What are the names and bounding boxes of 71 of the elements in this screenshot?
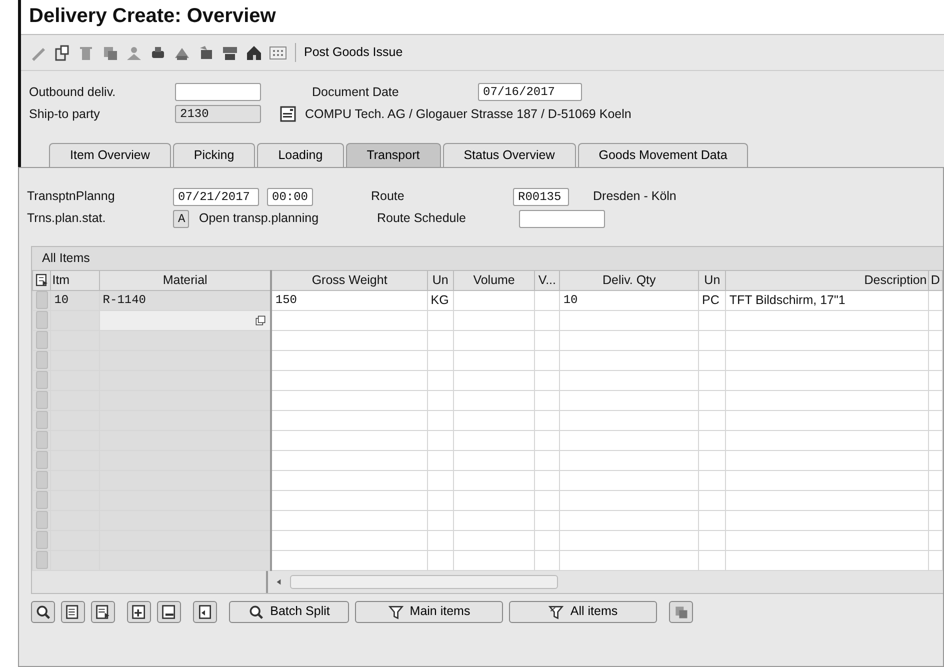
delete-row-button[interactable] xyxy=(157,600,181,622)
copy-row-icon xyxy=(197,604,213,620)
list-button[interactable] xyxy=(91,600,115,622)
field-label: Document Date xyxy=(312,84,400,101)
table-cell: 10 xyxy=(563,293,578,307)
post-goods-issue-button[interactable]: Post Goods Issue xyxy=(295,43,407,62)
table-cell: 10 xyxy=(54,293,69,307)
house-icon[interactable] xyxy=(245,44,263,62)
column-settings-icon[interactable] xyxy=(34,273,49,288)
tab[interactable]: Item Overview xyxy=(49,143,171,167)
field-label: Route Schedule xyxy=(377,210,467,228)
input-field[interactable] xyxy=(175,83,261,101)
list-icon xyxy=(65,604,81,620)
filter-icon xyxy=(388,604,404,620)
filter-icon xyxy=(548,604,564,620)
address-icon[interactable] xyxy=(279,105,297,123)
toolbar-button[interactable]: Batch Split xyxy=(229,600,349,622)
pages-icon xyxy=(673,604,689,620)
tab[interactable]: Transport xyxy=(346,143,441,167)
status-description: Open transp.planning xyxy=(199,210,320,228)
table-cell: KG xyxy=(430,292,449,307)
add-row-icon xyxy=(131,604,147,620)
delete-row-icon xyxy=(161,604,177,620)
column-header[interactable]: Deliv. Qty xyxy=(560,270,698,290)
column-header[interactable]: V... xyxy=(534,270,560,290)
tab[interactable]: Picking xyxy=(172,143,256,167)
toolbar-button[interactable]: Main items xyxy=(355,600,503,622)
column-header[interactable]: Itm xyxy=(50,270,100,290)
copy-row-button[interactable] xyxy=(193,600,217,622)
column-header[interactable]: Gross Weight xyxy=(271,270,428,290)
tab[interactable]: Status Overview xyxy=(442,143,576,167)
input-field[interactable]: 07/21/2017 xyxy=(173,188,259,206)
window-title: Delivery Create: Overview xyxy=(21,0,944,35)
document-icon[interactable] xyxy=(53,44,71,62)
field-label: Outbound deliv. xyxy=(29,84,117,101)
toolbar-button[interactable]: All items xyxy=(509,600,657,622)
route-description: Dresden - Köln xyxy=(593,188,676,206)
tab[interactable]: Loading xyxy=(257,143,344,167)
column-header[interactable]: Un xyxy=(698,270,726,290)
party-description: COMPU Tech. AG / Glogauer Strasse 187 / D-51069 Koeln xyxy=(305,106,632,123)
input-field[interactable]: R00135 xyxy=(513,188,569,206)
zoom-button[interactable] xyxy=(31,600,55,622)
field-label: TransptnPlanng xyxy=(27,188,116,206)
input-field[interactable]: 2130 xyxy=(175,105,261,123)
zoom-icon xyxy=(35,604,51,620)
table-title: All Items xyxy=(32,246,943,270)
value-help-icon[interactable] xyxy=(254,314,268,326)
field-label: Route xyxy=(371,188,406,206)
input-field[interactable]: A xyxy=(173,210,189,228)
column-header[interactable]: Description xyxy=(726,270,928,290)
scrollbar-thumb[interactable] xyxy=(290,574,558,588)
column-header[interactable]: D xyxy=(928,270,942,290)
table-cell: TFT Bildschirm, 17"1 xyxy=(729,292,846,307)
input-field[interactable]: 00:00 xyxy=(267,188,313,206)
input-field[interactable]: 07/16/2017 xyxy=(478,83,582,101)
table-cell: PC xyxy=(702,292,720,307)
add-row-button[interactable] xyxy=(127,600,151,622)
input-field[interactable] xyxy=(519,210,605,228)
table-cell: 150 xyxy=(275,293,297,307)
column-header[interactable]: Volume xyxy=(454,270,535,290)
grid-icon[interactable] xyxy=(269,44,287,62)
list-button[interactable] xyxy=(61,600,85,622)
pages-button[interactable] xyxy=(669,600,693,622)
zoom-icon xyxy=(248,604,264,620)
column-header[interactable]: Material xyxy=(99,270,272,290)
column-header[interactable]: Un xyxy=(427,270,454,290)
list-icon xyxy=(95,604,111,620)
tab[interactable]: Goods Movement Data xyxy=(578,143,748,167)
table-cell: R-1140 xyxy=(102,293,146,307)
field-label: Ship-to party xyxy=(29,106,101,123)
field-label: Trns.plan.stat. xyxy=(27,210,107,228)
